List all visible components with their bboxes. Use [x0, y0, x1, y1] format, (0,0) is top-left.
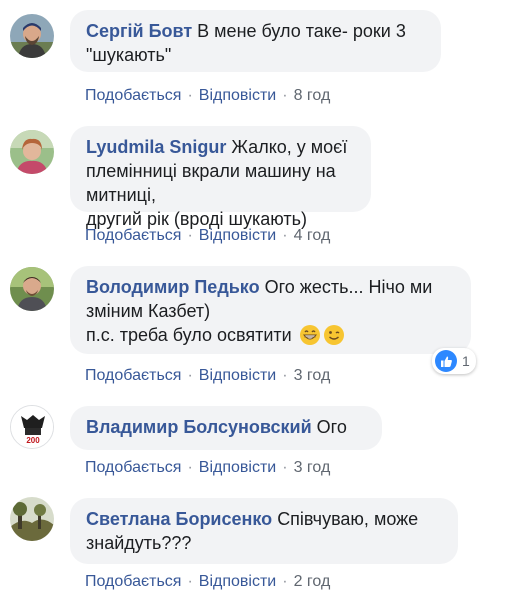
separator-dot: ·: [282, 227, 288, 244]
like-link[interactable]: Подобається: [85, 367, 181, 384]
comment-text-line: "шукають": [86, 45, 172, 65]
svg-text:200: 200: [26, 436, 40, 445]
like-link[interactable]: Подобається: [85, 227, 181, 244]
separator-dot: ·: [187, 459, 193, 476]
like-link[interactable]: Подобається: [85, 459, 181, 476]
avatar[interactable]: [10, 130, 54, 174]
avatar[interactable]: 200: [10, 405, 54, 449]
comment-actions: Подобається · Відповісти · 2 год: [85, 572, 330, 592]
comment-timestamp[interactable]: 3 год: [294, 459, 331, 476]
comment-timestamp[interactable]: 8 год: [294, 87, 331, 104]
comment-text-line: зміним Казбет): [86, 301, 211, 321]
reply-link[interactable]: Відповісти: [199, 227, 276, 244]
winking-emoji-icon: [323, 324, 345, 352]
avatar[interactable]: [10, 497, 54, 541]
reply-link[interactable]: Відповісти: [199, 573, 276, 590]
reaction-count: 1: [462, 353, 470, 369]
comment-bubble: Сергій Бовт В мене було таке- роки 3 "шу…: [70, 10, 441, 72]
comment-text-line: племінниці вкрали машину на митниці,: [86, 161, 336, 205]
comment-bubble: Володимир Педько Ого жесть... Нічо ми зм…: [70, 266, 471, 354]
comment-timestamp[interactable]: 4 год: [294, 227, 331, 244]
comment-text-line: Ого жесть... Нічо ми: [264, 277, 433, 297]
separator-dot: ·: [282, 459, 288, 476]
separator-dot: ·: [282, 87, 288, 104]
man-avatar-icon: [10, 267, 54, 311]
comment-actions: Подобається · Відповісти · 8 год: [85, 86, 330, 106]
comment-text-line: В мене було таке- роки 3: [197, 21, 406, 41]
logo-avatar-icon: 200: [11, 406, 53, 448]
comment-author[interactable]: Владимир Болсуновский: [86, 417, 312, 437]
comment-timestamp[interactable]: 2 год: [294, 573, 331, 590]
comment-timestamp[interactable]: 3 год: [294, 367, 331, 384]
grinning-emoji-icon: [299, 324, 321, 352]
comment-text-line: Ого: [316, 417, 347, 437]
comment-text-line: п.с. треба було освятити: [86, 325, 292, 345]
comment-author[interactable]: Светлана Борисенко: [86, 509, 272, 529]
separator-dot: ·: [187, 573, 193, 590]
avatar[interactable]: [10, 267, 54, 311]
avatar[interactable]: [10, 14, 54, 58]
separator-dot: ·: [282, 573, 288, 590]
comment-text-line: Жалко, у моєї: [231, 137, 348, 157]
separator-dot: ·: [187, 87, 193, 104]
comment-bubble: Lyudmila Snigur Жалко, у моєї племінниці…: [70, 126, 371, 229]
reply-link[interactable]: Відповісти: [199, 87, 276, 104]
thumbs-up-icon: [435, 350, 457, 372]
like-link[interactable]: Подобається: [85, 573, 181, 590]
comment-text-line: знайдуть???: [86, 533, 192, 553]
comment-bubble: Светлана Борисенко Співчуваю, може знайд…: [70, 498, 458, 564]
comment-author[interactable]: Володимир Педько: [86, 277, 260, 297]
separator-dot: ·: [187, 367, 193, 384]
like-link[interactable]: Подобається: [85, 87, 181, 104]
comment-bubble: Владимир Болсуновский Ого: [70, 406, 382, 450]
reply-link[interactable]: Відповісти: [199, 459, 276, 476]
reply-link[interactable]: Відповісти: [199, 367, 276, 384]
reaction-badge[interactable]: 1: [432, 348, 476, 374]
separator-dot: ·: [187, 227, 193, 244]
comment-actions: Подобається · Відповісти · 3 год: [85, 458, 330, 478]
comment-actions: Подобається · Відповісти · 4 год: [85, 226, 330, 246]
comment-actions: Подобається · Відповісти · 3 год: [85, 366, 330, 386]
man-avatar-icon: [10, 14, 54, 58]
woman-avatar-icon: [10, 130, 54, 174]
separator-dot: ·: [282, 367, 288, 384]
landscape-avatar-icon: [10, 497, 54, 541]
comment-author[interactable]: Сергій Бовт: [86, 21, 192, 41]
comment-author[interactable]: Lyudmila Snigur: [86, 137, 226, 157]
comment-text-line: Співчуваю, може: [277, 509, 419, 529]
